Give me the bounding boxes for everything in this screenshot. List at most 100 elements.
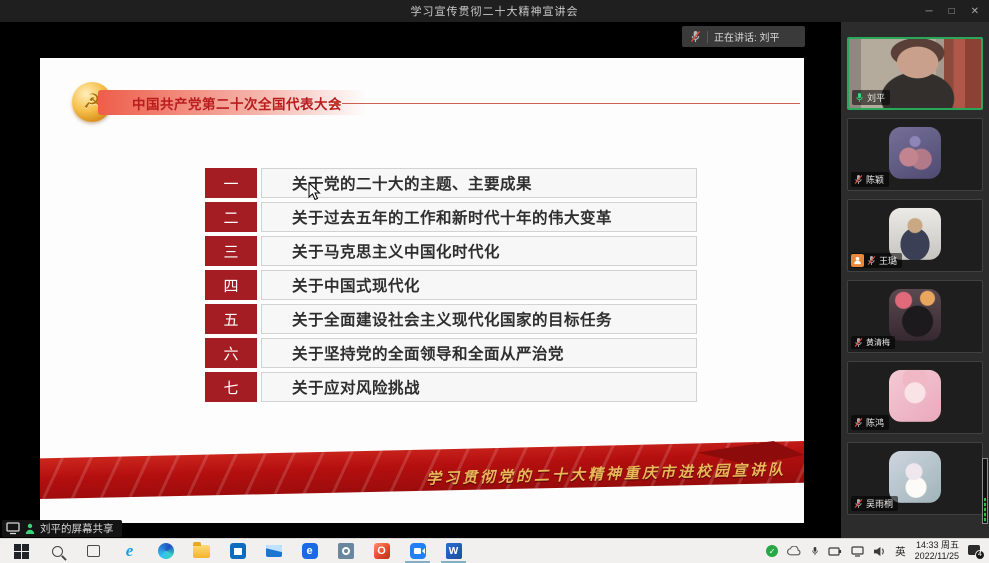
windows-logo-icon	[14, 544, 29, 559]
clock[interactable]: 14:33 周五 2022/11/25	[915, 540, 959, 563]
edge-icon	[158, 543, 174, 559]
task-view-button[interactable]	[84, 542, 103, 561]
row-number-cell: 四	[205, 270, 257, 300]
table-row: 二 关于过去五年的工作和新时代十年的伟大变革	[205, 202, 697, 232]
topic-table: 一 关于党的二十大的主题、主要成果 二 关于过去五年的工作和新时代十年的伟大变革…	[205, 168, 697, 406]
mail-button[interactable]	[264, 542, 283, 561]
row-number-cell: 七	[205, 372, 257, 402]
microphone-tray-icon[interactable]	[811, 545, 819, 557]
participant-tile-wuyutong[interactable]: 吴雨桐	[847, 442, 983, 515]
toast-divider	[707, 31, 708, 43]
slide-header-title: 中国共产党第二十次全国代表大会	[132, 93, 342, 113]
presentation-slide: ☭ 中国共产党第二十次全国代表大会 一 关于党的二十大的主题、主要成果 二 关于…	[40, 58, 804, 523]
row-number-cell: 一	[205, 168, 257, 198]
clock-time: 14:33 周五	[915, 540, 959, 551]
slide-footer-ribbon: 学习贯彻党的二十大精神重庆市进校园宣讲队	[40, 441, 804, 499]
table-row: 六 关于坚持党的全面领导和全面从严治党	[205, 338, 697, 368]
browser-app-button[interactable]: e	[300, 542, 319, 561]
row-number-cell: 五	[205, 304, 257, 334]
start-button[interactable]	[12, 542, 31, 561]
participant-name-chip: 陈颖	[851, 172, 889, 187]
antivirus-tray-icon[interactable]: ✓	[766, 545, 778, 557]
internet-explorer-button[interactable]: e	[120, 542, 139, 561]
maximize-button[interactable]: □	[949, 6, 955, 17]
window-title: 学习宣传贯彻二十大精神宣讲会	[411, 3, 579, 19]
participant-tile-liuping[interactable]: 刘平	[847, 37, 983, 110]
table-row: 七 关于应对风险挑战	[205, 372, 697, 402]
tencent-meeting-button[interactable]	[408, 542, 427, 561]
participants-sidebar: 刘平 陈颖	[841, 22, 989, 538]
microsoft-store-button[interactable]	[228, 542, 247, 561]
participant-name-chip: 吴雨桐	[851, 496, 898, 511]
clock-date: 2022/11/25	[915, 551, 959, 562]
meeting-camera-icon	[410, 543, 426, 559]
table-row: 三 关于马克思主义中国化时代化	[205, 236, 697, 266]
folder-icon	[193, 545, 210, 558]
avatar	[889, 126, 941, 178]
edge-button[interactable]	[156, 542, 175, 561]
header-line	[342, 103, 800, 104]
mic-muted-icon	[854, 174, 863, 185]
mic-muted-icon	[854, 417, 863, 428]
battery-tray-icon[interactable]	[828, 546, 842, 557]
row-text-cell: 关于中国式现代化	[261, 270, 697, 300]
word-button[interactable]: W	[444, 542, 463, 561]
network-tray-icon[interactable]	[851, 546, 864, 557]
windows-taskbar: e e O W ✓	[0, 538, 989, 563]
taskbar-app-icons: e e O W	[12, 542, 463, 561]
mic-muted-icon	[867, 255, 876, 266]
search-button[interactable]	[48, 542, 67, 561]
avatar	[889, 450, 941, 502]
office-icon: O	[374, 543, 390, 559]
participant-name-chip: 黄清梅	[851, 336, 895, 349]
camera-app-button[interactable]	[336, 542, 355, 561]
store-icon	[230, 543, 246, 559]
table-row: 五 关于全面建设社会主义现代化国家的目标任务	[205, 304, 697, 334]
speaking-toast-label: 正在讲话: 刘平	[714, 29, 780, 44]
mouse-cursor-icon	[308, 182, 321, 201]
screen-share-label: 刘平的屏幕共享	[2, 520, 122, 537]
participant-name: 陈鸿	[866, 416, 884, 429]
table-row: 一 关于党的二十大的主题、主要成果	[205, 168, 697, 198]
row-text-cell: 关于应对风险挑战	[261, 372, 697, 402]
participant-name: 黄清梅	[866, 337, 890, 348]
row-number-cell: 三	[205, 236, 257, 266]
notification-center-button[interactable]: 4	[968, 545, 983, 558]
presenter-mic-icon	[25, 523, 35, 535]
table-row: 四 关于中国式现代化	[205, 270, 697, 300]
browser-app-icon: e	[302, 543, 318, 559]
close-button[interactable]: ✕	[971, 6, 979, 17]
participant-tile-wanglu[interactable]: 王璐	[847, 199, 983, 272]
sidebar-scrollbar[interactable]	[982, 458, 988, 524]
speaker-tray-icon[interactable]	[873, 546, 886, 557]
mic-on-icon	[855, 92, 864, 103]
participant-tile-chenhong[interactable]: 陈鸿	[847, 361, 983, 434]
row-text-cell: 关于党的二十大的主题、主要成果	[261, 168, 697, 198]
file-explorer-button[interactable]	[192, 542, 211, 561]
screen-share-stage: 正在讲话: 刘平 ☭ 中国共产党第二十次全国代表大会 一 关于党的二十大的主题、…	[0, 22, 841, 538]
participant-tile-huangqingmei[interactable]: 黄清梅	[847, 280, 983, 353]
participant-name: 吴雨桐	[866, 497, 893, 510]
notification-count-badge: 4	[975, 550, 985, 560]
participant-name-chip: 陈鸿	[851, 415, 889, 430]
participant-name-chip: 刘平	[852, 90, 890, 105]
participant-name: 刘平	[867, 91, 885, 104]
row-number-cell: 二	[205, 202, 257, 232]
row-text-cell: 关于马克思主义中国化时代化	[261, 236, 697, 266]
office-button[interactable]: O	[372, 542, 391, 561]
monitor-icon	[6, 522, 20, 535]
meeting-window: 学习宣传贯彻二十大精神宣讲会 ─ □ ✕ 正在讲话: 刘平 ☭ 中国共	[0, 0, 989, 563]
avatar	[889, 207, 941, 259]
row-text-cell: 关于坚持党的全面领导和全面从严治党	[261, 338, 697, 368]
word-icon: W	[446, 543, 462, 559]
minimize-button[interactable]: ─	[925, 6, 932, 17]
ime-indicator[interactable]: 英	[895, 544, 906, 559]
participant-tile-chenying[interactable]: 陈颖	[847, 118, 983, 191]
cloud-tray-icon[interactable]	[787, 546, 802, 556]
host-badge-icon	[851, 254, 864, 267]
participant-name-chip: 王璐	[851, 253, 902, 268]
muted-mic-icon	[690, 30, 701, 43]
window-controls: ─ □ ✕	[925, 0, 979, 22]
avatar	[889, 288, 941, 340]
row-number-cell: 六	[205, 338, 257, 368]
